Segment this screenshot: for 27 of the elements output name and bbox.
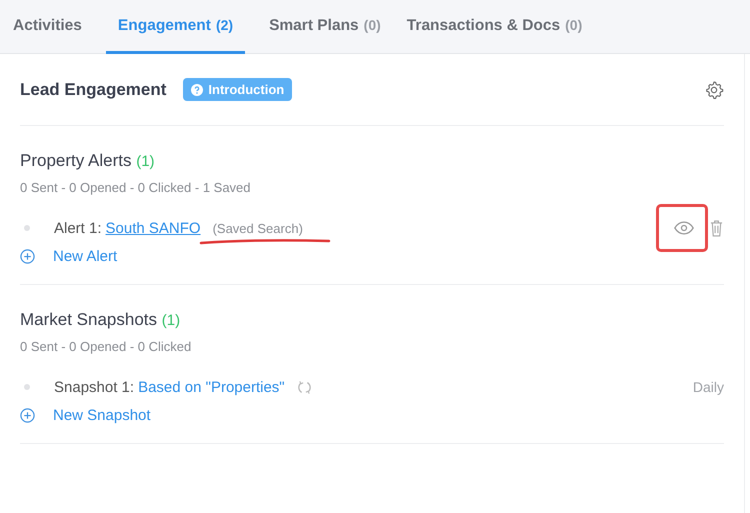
tab[interactable]: Engagement (2) — [106, 0, 246, 54]
add-button[interactable]: New Alert — [20, 248, 118, 265]
stats-text: 0 Sent - 0 Opened - 0 Clicked — [20, 339, 192, 354]
item-label: Alert 1: — [54, 220, 102, 236]
bullet-icon — [24, 384, 30, 390]
item-link[interactable]: South SANFO — [106, 220, 201, 236]
settings-icon[interactable] — [704, 80, 724, 100]
tab[interactable]: Smart Plans (0) — [257, 0, 393, 54]
item-link[interactable]: Based on "Properties" — [138, 378, 285, 396]
item-label: Snapshot 1: — [54, 378, 134, 396]
section-title: Property Alerts (1) — [20, 151, 156, 171]
item-tag: (Saved Search) — [212, 220, 303, 236]
help-icon — [191, 84, 204, 96]
sync-icon[interactable] — [296, 380, 312, 394]
introduction-button[interactable]: Introduction — [183, 78, 292, 101]
section-title: Market Snapshots (1) — [20, 310, 182, 330]
delete-icon[interactable] — [710, 220, 723, 236]
tab[interactable]: Activities — [0, 0, 94, 54]
view-icon[interactable] — [674, 221, 694, 235]
add-icon — [20, 249, 35, 264]
bullet-icon — [24, 225, 30, 231]
panel-title: Lead Engagement — [20, 80, 166, 100]
add-button[interactable]: New Snapshot — [20, 407, 151, 424]
frequency-text: Daily — [692, 379, 724, 395]
stats-text: 0 Sent - 0 Opened - 0 Clicked - 1 Saved — [20, 180, 252, 195]
add-icon — [20, 408, 35, 423]
tab[interactable]: Transactions & Docs (0) — [394, 0, 594, 54]
